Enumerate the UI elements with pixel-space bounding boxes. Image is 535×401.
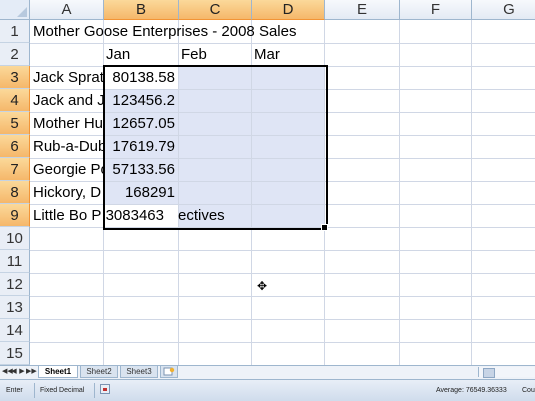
row-header-12[interactable]: 12 xyxy=(0,273,30,296)
cell-b2[interactable]: Jan xyxy=(106,43,130,66)
cell-c2[interactable]: Feb xyxy=(181,43,207,66)
sheet-tab-bar: ◀◀ ◀ ▶ ▶▶ Sheet1 Sheet2 Sheet3 xyxy=(0,366,535,380)
cell-a5[interactable]: Mother Hu xyxy=(33,112,103,135)
status-count: Cou xyxy=(522,387,535,394)
column-header-g[interactable]: G xyxy=(472,0,535,20)
tab-sheet1[interactable]: Sheet1 xyxy=(38,366,78,378)
scrollbar-thumb[interactable] xyxy=(483,368,495,378)
row-header-3[interactable]: 3 xyxy=(0,66,30,89)
row-header-15[interactable]: 15 xyxy=(0,342,30,365)
cell-d2[interactable]: Mar xyxy=(254,43,280,66)
grid-line xyxy=(30,319,535,320)
insert-sheet-icon xyxy=(163,367,175,376)
grid-line xyxy=(30,250,535,251)
fill-handle[interactable] xyxy=(321,224,328,231)
row-header-8[interactable]: 8 xyxy=(0,181,30,204)
row-header-10[interactable]: 10 xyxy=(0,227,30,250)
cell-a4[interactable]: Jack and Ji xyxy=(33,89,103,112)
cell-a1[interactable]: Mother Goose Enterprises - 2008 Sales xyxy=(33,20,296,43)
status-separator xyxy=(94,383,95,398)
column-header-f[interactable]: F xyxy=(400,0,472,20)
grid-line xyxy=(30,296,535,297)
next-sheet-nav-icon[interactable]: ▶ xyxy=(18,367,26,377)
row-header-2[interactable]: 2 xyxy=(0,43,30,66)
column-header-e[interactable]: E xyxy=(325,0,400,20)
cell-a8[interactable]: Hickory, D xyxy=(33,181,103,204)
select-all-corner[interactable] xyxy=(0,0,30,20)
bottom-bar: ◀◀ ◀ ▶ ▶▶ Sheet1 Sheet2 Sheet3 Enter Fix… xyxy=(0,365,535,401)
horizontal-scrollbar[interactable] xyxy=(478,367,535,378)
cell-a7[interactable]: Georgie Po xyxy=(33,158,103,181)
status-fixed-decimal: Fixed Decimal xyxy=(40,387,85,394)
spreadsheet-grid[interactable]: A B C D E F G 1 2 3 4 5 6 7 8 9 10 11 12… xyxy=(0,0,535,365)
cell-a9[interactable]: Little Bo P xyxy=(33,204,103,227)
tab-sheet3[interactable]: Sheet3 xyxy=(120,366,158,378)
row-header-11[interactable]: 11 xyxy=(0,250,30,273)
prev-sheet-nav-icon[interactable]: ◀ xyxy=(10,367,18,377)
column-header-b[interactable]: B xyxy=(104,0,179,20)
insert-sheet-tab[interactable] xyxy=(160,366,178,378)
grid-line xyxy=(30,342,535,343)
row-header-1[interactable]: 1 xyxy=(0,20,30,43)
cell-a6[interactable]: Rub-a-Dub xyxy=(33,135,103,158)
grid-line xyxy=(30,273,535,274)
grid-line xyxy=(399,20,400,365)
row-header-4[interactable]: 4 xyxy=(0,89,30,112)
status-average: Average: 76549.36333 xyxy=(436,387,507,394)
last-sheet-nav-icon[interactable]: ▶▶ xyxy=(26,367,37,377)
cell-cursor-icon: ✥ xyxy=(257,279,268,293)
status-separator xyxy=(34,383,35,398)
first-sheet-nav-icon[interactable]: ◀◀ xyxy=(2,367,13,377)
row-header-7[interactable]: 7 xyxy=(0,158,30,181)
grid-line xyxy=(471,20,472,365)
macro-record-icon[interactable] xyxy=(100,384,110,394)
selection-border xyxy=(103,65,328,230)
row-header-6[interactable]: 6 xyxy=(0,135,30,158)
tab-sheet2[interactable]: Sheet2 xyxy=(80,366,118,378)
row-header-9[interactable]: 9 xyxy=(0,204,30,227)
column-header-a[interactable]: A xyxy=(30,0,104,20)
cell-a3[interactable]: Jack Sprat xyxy=(33,66,103,89)
column-header-d[interactable]: D xyxy=(252,0,325,20)
row-header-13[interactable]: 13 xyxy=(0,296,30,319)
column-header-c[interactable]: C xyxy=(179,0,252,20)
status-mode: Enter xyxy=(6,387,23,394)
row-header-14[interactable]: 14 xyxy=(0,319,30,342)
row-header-5[interactable]: 5 xyxy=(0,112,30,135)
status-bar: Enter Fixed Decimal Average: 76549.36333… xyxy=(0,380,535,401)
